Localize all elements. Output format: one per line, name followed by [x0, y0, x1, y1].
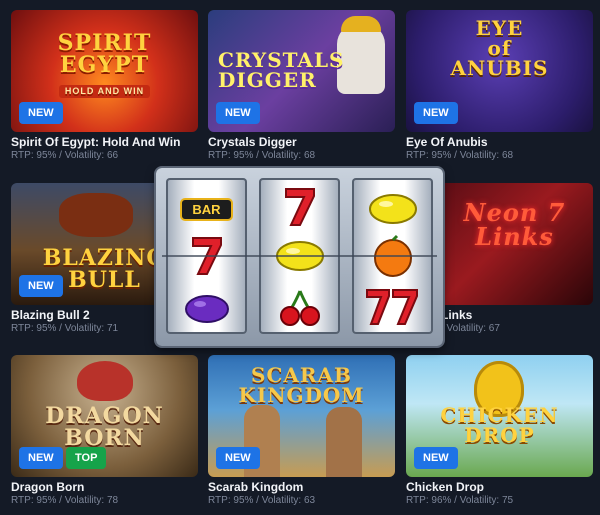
- new-badge: NEW: [19, 447, 63, 469]
- new-badge: NEW: [414, 447, 458, 469]
- bar-label: BAR: [180, 197, 233, 221]
- game-logo: DRAGON BORN: [45, 403, 164, 451]
- game-title[interactable]: Eye Of Anubis: [406, 135, 593, 149]
- top-badge: TOP: [66, 447, 107, 469]
- logo-text: SPIRIT EGYPT: [57, 30, 152, 78]
- double-seven-icon: [352, 282, 433, 332]
- game-thumbnail[interactable]: DRAGON BORN NEW TOP: [11, 355, 198, 477]
- game-thumbnail[interactable]: CHICKEN DROP NEW: [406, 355, 593, 477]
- bar-symbol: BAR: [166, 184, 247, 234]
- game-logo: Neon 7 Links: [463, 198, 566, 251]
- logo-subtitle: HOLD AND WIN: [58, 85, 151, 98]
- game-title[interactable]: Chicken Drop: [406, 480, 593, 494]
- bull-head: [59, 193, 133, 237]
- game-card-eye-of-anubis[interactable]: EYE of ANUBIS NEW Eye Of Anubis RTP: 95%…: [406, 10, 593, 161]
- game-thumbnail[interactable]: SPIRIT EGYPT HOLD AND WIN NEW: [11, 10, 198, 132]
- queen-character: [326, 407, 362, 477]
- game-meta: RTP: 95% / Volatility: 78: [11, 495, 119, 506]
- new-badge: NEW: [216, 102, 260, 124]
- game-meta: / Volatility: 67: [441, 323, 500, 334]
- game-title[interactable]: Spirit Of Egypt: Hold And Win: [11, 135, 198, 149]
- game-logo: EYE of ANUBIS: [450, 16, 549, 80]
- plum-icon: [166, 282, 247, 332]
- game-meta: RTP: 95% / Volatility: 66: [11, 150, 119, 161]
- cherries-icon: [259, 282, 340, 332]
- dragon-head: [77, 361, 133, 401]
- new-badge: NEW: [414, 102, 458, 124]
- game-meta: RTP: 95% / Volatility: 63: [208, 495, 316, 506]
- game-title[interactable]: Crystals Digger: [208, 135, 395, 149]
- new-badge: NEW: [216, 447, 260, 469]
- game-card-dragon-born[interactable]: DRAGON BORN NEW TOP Dragon Born RTP: 95%…: [11, 355, 198, 506]
- payline: [162, 255, 437, 257]
- game-thumbnail[interactable]: SCARAB KINGDOM NEW: [208, 355, 395, 477]
- game-thumbnail[interactable]: CRYSTALS DIGGER NEW: [208, 10, 395, 132]
- game-title[interactable]: Dragon Born: [11, 480, 198, 494]
- game-card-crystals-digger[interactable]: CRYSTALS DIGGER NEW Crystals Digger RTP:…: [208, 10, 395, 161]
- game-logo: SCARAB KINGDOM: [238, 363, 365, 407]
- game-logo: SPIRIT EGYPT HOLD AND WIN: [11, 32, 198, 98]
- slot-machine-overlay: BAR: [156, 168, 443, 346]
- game-meta: RTP: 95% / Volatility: 68: [406, 150, 514, 161]
- game-card-spirit-of-egypt[interactable]: SPIRIT EGYPT HOLD AND WIN NEW Spirit Of …: [11, 10, 198, 161]
- new-badge: NEW: [19, 102, 63, 124]
- game-meta: RTP: 96% / Volatility: 75: [406, 495, 514, 506]
- game-title[interactable]: Links: [441, 308, 593, 322]
- miner-helmet: [341, 16, 381, 32]
- game-card-scarab-kingdom[interactable]: SCARAB KINGDOM NEW Scarab Kingdom RTP: 9…: [208, 355, 395, 506]
- game-title[interactable]: Scarab Kingdom: [208, 480, 395, 494]
- game-card-chicken-drop[interactable]: CHICKEN DROP NEW Chicken Drop RTP: 96% /…: [406, 355, 593, 506]
- new-badge: NEW: [19, 275, 63, 297]
- game-logo: CRYSTALS DIGGER: [218, 48, 345, 92]
- game-logo: CHICKEN DROP: [440, 403, 559, 447]
- game-meta: RTP: 95% / Volatility: 68: [208, 150, 316, 161]
- seven-icon: [259, 182, 340, 232]
- lemon-icon: [352, 184, 433, 234]
- game-thumbnail[interactable]: EYE of ANUBIS NEW: [406, 10, 593, 132]
